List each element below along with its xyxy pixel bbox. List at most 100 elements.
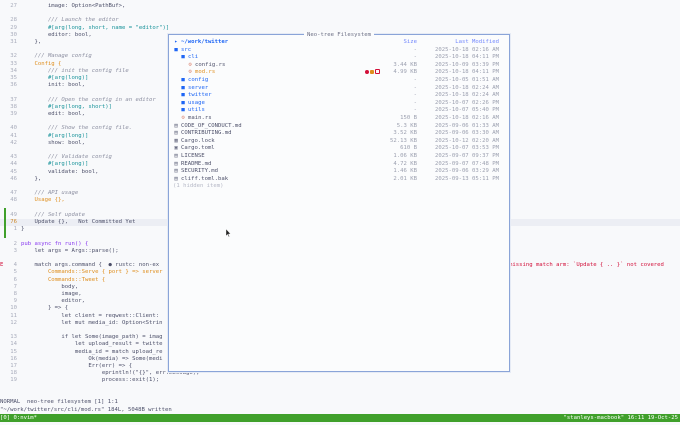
code-line[interactable]: 28 /// Launch the editor <box>0 17 680 24</box>
mouse-pointer-icon <box>225 228 232 238</box>
line-number: 29 <box>10 24 17 31</box>
line-number: 12 <box>10 319 17 326</box>
code-line[interactable] <box>0 10 680 17</box>
tree-row[interactable]: ▤ README.md 4.72 KB 2025-09-07 07:48 PM <box>171 161 505 169</box>
line-text: match args.command { ● rustc: non-ex <box>21 262 160 269</box>
line-number: 40 <box>10 125 17 132</box>
tree-item-date: 2025-10-09 03:39 PM <box>435 61 499 68</box>
tmux-window-list[interactable]: [0] 0:nvim* <box>0 415 37 421</box>
tree-item-size: 4.72 KB <box>393 160 417 167</box>
code-line[interactable]: 27 image: Option<PathBuf>, <box>0 3 680 10</box>
line-number: 34 <box>10 67 17 74</box>
line-text: Err(err) => { <box>21 363 133 369</box>
tree-item-date: 2025-10-07 02:26 PM <box>435 99 499 106</box>
tree-row[interactable]: ▤ CODE_OF_CONDUCT.md 5.3 KB 2025-09-06 01:3… <box>171 123 505 131</box>
tree-item-name: SECURITY.md <box>181 168 219 175</box>
line-number: 27 <box>10 3 17 9</box>
tree-item-name: Cargo.lock <box>181 137 215 144</box>
line-text: let client = reqwest::Client: <box>21 312 160 319</box>
line-number: 49 <box>10 211 17 218</box>
toml-file-icon: ▣ <box>174 145 178 152</box>
neo-tree-popup[interactable]: Neo-tree Filesystem ▸ ~/work/twitter Size… <box>168 32 510 372</box>
line-number: 76 <box>10 219 17 225</box>
tree-item-size: 1.46 KB <box>393 168 417 175</box>
tree-row[interactable]: ⚙ main.rs 150 B 2025-10-18 02:16 AM <box>171 115 505 123</box>
line-text: /// Self update <box>21 211 85 218</box>
tree-item-size: 52.13 KB <box>390 137 417 144</box>
tree-row[interactable]: ▤ SECURITY.md 1.46 KB 2025-09-06 03:29 AM <box>171 168 505 176</box>
line-number: 46 <box>10 175 17 182</box>
tree-item-name: config.rs <box>195 61 226 68</box>
line-number: 7 <box>13 283 17 290</box>
line-number: 38 <box>10 103 17 110</box>
tree-root-row[interactable]: ▸ ~/work/twitter Size Last Modified <box>171 39 505 47</box>
line-number: 11 <box>10 312 17 319</box>
line-number: 2 <box>13 240 17 247</box>
error-sign-icon: E <box>0 262 4 269</box>
markdown-file-icon: ▤ <box>174 160 178 167</box>
tree-row[interactable]: ■ server - 2025-10-18 02:24 AM <box>171 85 505 93</box>
line-text: editor, <box>21 298 85 305</box>
tree-item-size: - <box>413 46 417 53</box>
line-text: } <box>21 226 25 233</box>
code-line[interactable]: 19 process::exit(1); <box>0 377 680 384</box>
line-text: #[arg(long)] <box>21 161 89 168</box>
tree-row[interactable]: ■ config - 2025-10-05 01:51 AM <box>171 77 505 85</box>
tree-item-size: 3.52 KB <box>393 130 417 137</box>
tree-item-name: (1 hidden item) <box>173 183 224 190</box>
tree-item-size: 1.06 KB <box>393 153 417 159</box>
line-number: 28 <box>10 17 17 24</box>
tree-item-size: 4.99 KB <box>393 69 417 76</box>
tree-item-name: CONTRIBUTING.md <box>181 130 232 137</box>
folder-icon: ■ <box>181 99 185 106</box>
folder-icon: ■ <box>181 84 185 91</box>
line-number: 36 <box>10 82 17 89</box>
line-number: 37 <box>10 96 17 103</box>
tree-row[interactable]: ▤ cliff.toml.bak 2.01 KB 2025-09-13 05:11 P… <box>171 176 505 184</box>
tree-item-name: src <box>181 46 192 53</box>
tree-row[interactable]: ■ utils - 2025-10-07 05:40 PM <box>171 107 505 115</box>
line-number: 39 <box>10 111 17 117</box>
tree-row[interactable]: ■ twitter - 2025-10-18 02:24 AM <box>171 92 505 100</box>
tree-item-date: 2025-09-07 09:37 PM <box>435 153 499 159</box>
tree-row[interactable]: ▣ Cargo.toml 610 B 2025-10-07 03:53 PM <box>171 145 505 153</box>
tree-row[interactable]: ■ usage - 2025-10-07 02:26 PM <box>171 100 505 108</box>
root-path: ~/work/twitter <box>181 39 229 45</box>
line-number: 8 <box>13 291 17 297</box>
tree-item-size: - <box>413 99 417 106</box>
lock-file-icon: ▦ <box>174 137 178 144</box>
tree-row[interactable]: ■ src - 2025-10-18 02:16 AM <box>171 47 505 55</box>
line-text: media_id = match upload_re <box>21 348 163 355</box>
mode-indicator: NORMAL <box>0 399 21 405</box>
tree-row[interactable]: ▤ CONTRIBUTING.md 3.52 KB 2025-09-06 03:30 … <box>171 130 505 138</box>
folder-icon: ■ <box>181 77 185 83</box>
line-text: let args = Args::parse(); <box>21 247 119 254</box>
line-number: 6 <box>13 276 17 283</box>
line-text: }, <box>21 175 42 182</box>
tree-item-size: 150 B <box>400 115 417 121</box>
tree-row[interactable]: ⚙ mod.rs 4.99 KB 2025-10-18 04:11 PM <box>171 69 505 77</box>
line-number: 19 <box>10 377 17 384</box>
line-text: /// API usage <box>21 190 79 197</box>
tree-item-name: cliff.toml.bak <box>181 175 229 182</box>
tree-row[interactable]: ■ cli - 2025-10-18 04:11 PM <box>171 54 505 62</box>
tree-row[interactable]: ▦ Cargo.lock 52.13 KB 2025-10-12 02:20 AM <box>171 138 505 146</box>
line-text: Commands::Tweet { <box>21 276 106 283</box>
folder-icon: ■ <box>174 46 178 53</box>
folder-open-icon: ▸ <box>174 39 178 45</box>
tree-item-name: README.md <box>181 160 212 167</box>
tree-item-size: 5.3 KB <box>396 122 417 129</box>
tree-row[interactable]: ⚙ config.rs 3.44 KB 2025-10-09 03:39 PM <box>171 62 505 70</box>
line-text: /// Validate config <box>21 154 112 161</box>
tree-item-name: LICENSE <box>181 153 205 159</box>
line-number: 43 <box>10 154 17 161</box>
tree-row[interactable]: (1 hidden item) <box>171 183 505 191</box>
line-text: Usage {}, <box>21 197 65 204</box>
line-text: /// Launch the editor <box>21 17 119 24</box>
line-text: process::exit(1); <box>21 377 160 384</box>
line-number: 41 <box>10 132 17 139</box>
tree-row[interactable]: ▤ LICENSE 1.06 KB 2025-09-07 09:37 PM <box>171 153 505 161</box>
rust-file-icon: ⚙ <box>181 115 185 121</box>
tree-item-size: 2.01 KB <box>393 175 417 182</box>
line-text: init: bool, <box>21 82 85 89</box>
